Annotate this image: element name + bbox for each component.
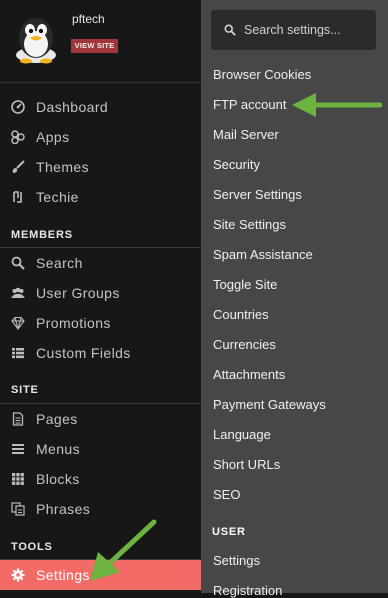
settings-item[interactable]: Browser Cookies — [213, 67, 311, 82]
view-site-button[interactable]: VIEW SITE — [71, 39, 118, 53]
settings-item[interactable]: Server Settings — [213, 187, 302, 202]
nav-label: Techie — [36, 189, 79, 205]
nav-custom-fields[interactable]: Custom Fields — [0, 338, 201, 368]
section-tools-title: TOOLS — [11, 541, 53, 553]
dashboard-icon — [11, 100, 25, 114]
settings-item[interactable]: Attachments — [213, 367, 285, 382]
settings-item[interactable]: FTP account — [213, 97, 286, 112]
avatar[interactable] — [10, 12, 62, 64]
nav-label: Menus — [36, 441, 81, 457]
settings-item[interactable]: Settings — [213, 553, 260, 568]
settings-item[interactable]: Spam Assistance — [213, 247, 313, 262]
nav-search[interactable]: Search — [0, 248, 201, 278]
annotation-arrow-icon — [292, 93, 383, 117]
sidebar: pftech VIEW SITE Dashboard Apps Themes T… — [0, 0, 201, 593]
section-user-title: USER — [212, 526, 246, 538]
brush-icon — [11, 160, 25, 174]
nav-blocks[interactable]: Blocks — [0, 464, 201, 494]
settings-item[interactable]: Mail Server — [213, 127, 279, 142]
nav-label: Phrases — [36, 501, 91, 517]
annotation-arrow-icon — [90, 519, 157, 581]
nav-label: Apps — [36, 129, 70, 145]
settings-search[interactable] — [211, 10, 376, 50]
profile-block: pftech VIEW SITE — [0, 0, 201, 83]
user-groups-icon — [11, 286, 25, 300]
search-icon — [224, 24, 236, 36]
page-icon — [11, 412, 25, 426]
nav-label: Dashboard — [36, 99, 109, 115]
settings-item[interactable]: Language — [213, 427, 271, 442]
nav-pages[interactable]: Pages — [0, 404, 201, 434]
nav-apps[interactable]: Apps — [0, 122, 201, 152]
list-icon — [11, 346, 25, 360]
techie-icon — [11, 190, 25, 204]
settings-item[interactable]: Short URLs — [213, 457, 280, 472]
search-icon — [11, 256, 25, 270]
nav-label: Blocks — [36, 471, 80, 487]
settings-item[interactable]: Security — [213, 157, 260, 172]
nav-label: Themes — [36, 159, 89, 175]
nav-menus[interactable]: Menus — [0, 434, 201, 464]
settings-search-input[interactable] — [244, 23, 369, 37]
nav-label: User Groups — [36, 285, 120, 301]
settings-panel: Browser Cookies FTP account Mail Server … — [201, 0, 388, 598]
gear-icon — [11, 568, 25, 582]
apps-icon — [11, 130, 25, 144]
blocks-icon — [11, 472, 25, 486]
nav-label: Pages — [36, 411, 78, 427]
settings-item[interactable]: Currencies — [213, 337, 276, 352]
nav-promotions[interactable]: Promotions — [0, 308, 201, 338]
settings-item[interactable]: Countries — [213, 307, 269, 322]
nav-label: Custom Fields — [36, 345, 131, 361]
settings-item[interactable]: SEO — [213, 487, 240, 502]
nav-label: Search — [36, 255, 83, 271]
nav-user-groups[interactable]: User Groups — [0, 278, 201, 308]
settings-item[interactable]: Toggle Site — [213, 277, 277, 292]
section-site-title: SITE — [11, 384, 39, 396]
nav-themes[interactable]: Themes — [0, 152, 201, 182]
diamond-icon — [11, 316, 25, 330]
nav-dashboard[interactable]: Dashboard — [0, 92, 201, 122]
menu-icon — [11, 442, 25, 456]
username: pftech — [72, 12, 105, 26]
nav-techie[interactable]: Techie — [0, 182, 201, 212]
settings-item[interactable]: Registration — [213, 583, 282, 598]
nav-label: Promotions — [36, 315, 111, 331]
settings-item[interactable]: Payment Gateways — [213, 397, 326, 412]
settings-item[interactable]: Site Settings — [213, 217, 286, 232]
section-members-title: MEMBERS — [11, 229, 73, 241]
phrases-icon — [11, 502, 25, 516]
